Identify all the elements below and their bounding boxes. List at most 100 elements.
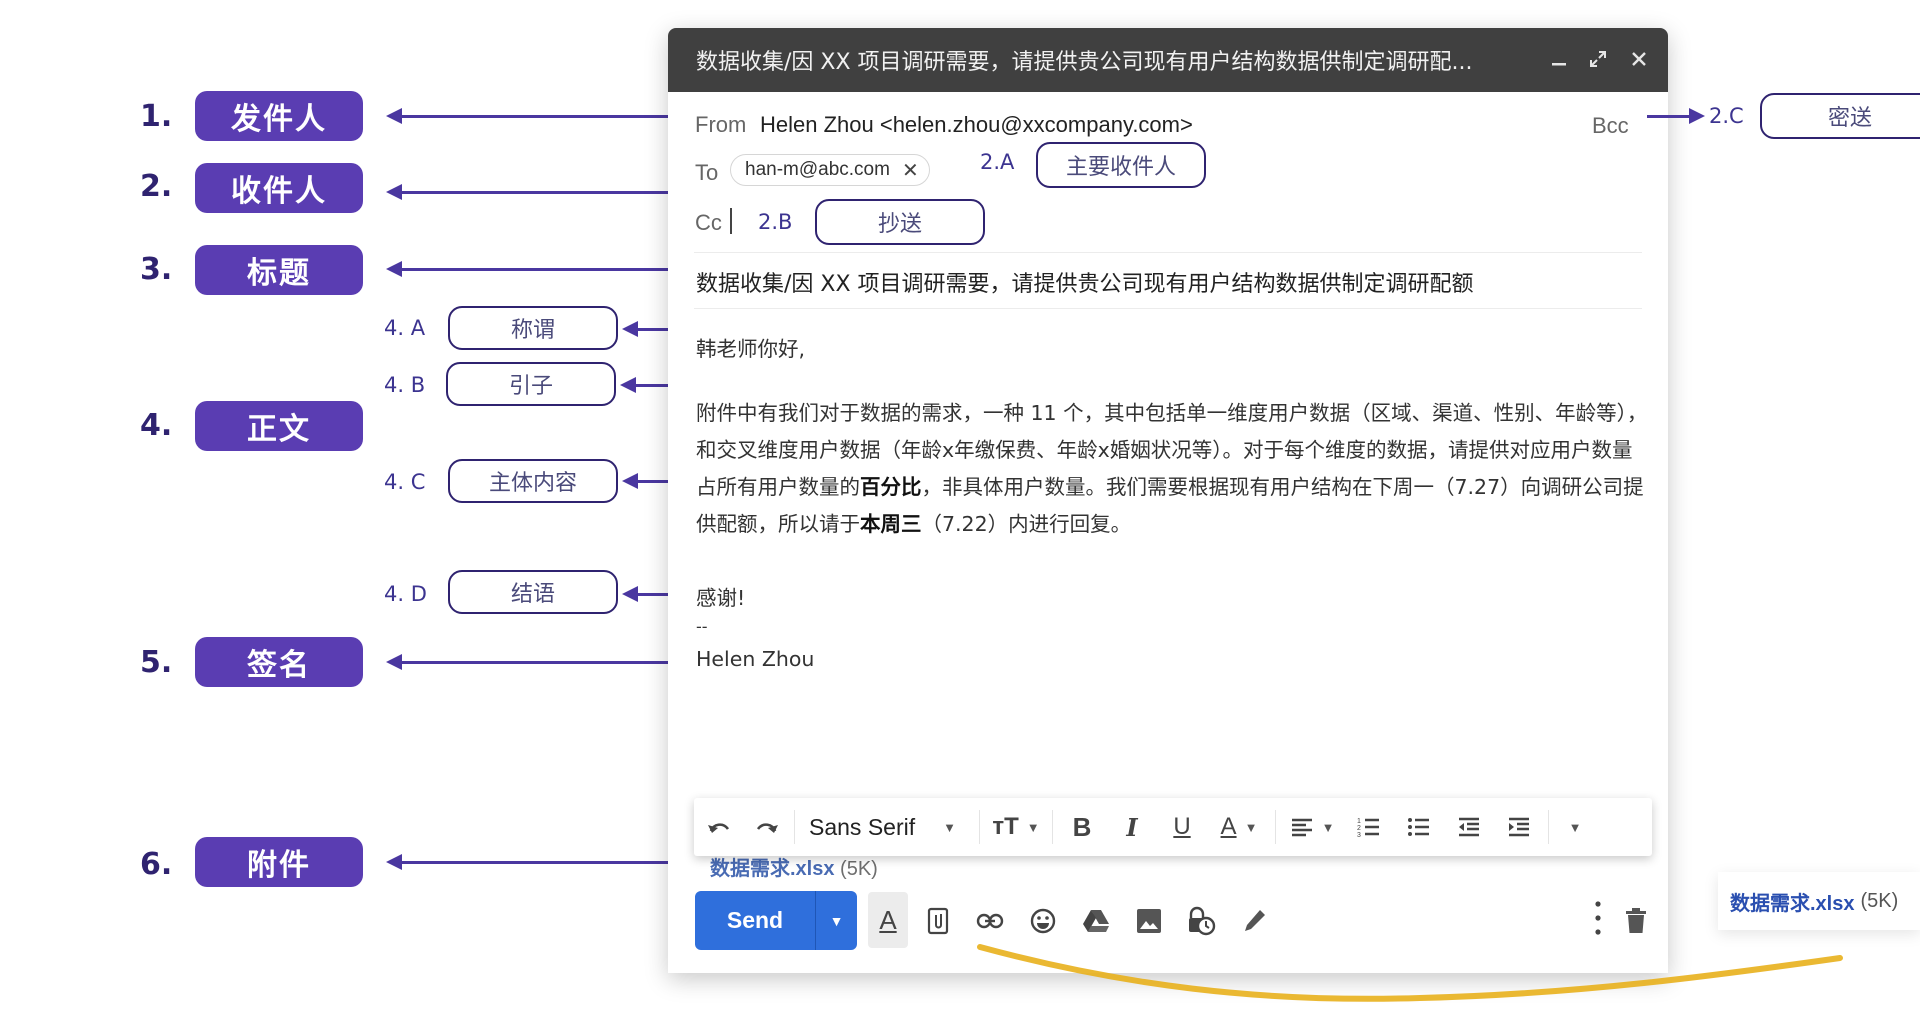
discard-draft-icon[interactable]: [1616, 901, 1656, 941]
annotation-pill: 签名: [195, 637, 363, 687]
annotation-outline-box: 抄送: [815, 199, 985, 245]
arrow-right: [1647, 108, 1705, 124]
to-label: To: [695, 160, 719, 185]
attachment-chip[interactable]: 数据需求.xlsx (5K): [1718, 872, 1920, 930]
more-options-icon[interactable]: [1578, 901, 1618, 941]
indent-more-icon[interactable]: [1494, 798, 1544, 856]
body-text-segment: （7.22）内进行回复。: [921, 512, 1132, 536]
annotation-pill: 附件: [195, 837, 363, 887]
chevron-down-icon: ▼: [1244, 819, 1258, 835]
svg-text:3: 3: [1357, 832, 1361, 838]
attachment-name: 数据需求.xlsx: [1730, 892, 1855, 915]
font-family-value: Sans Serif: [809, 813, 916, 840]
annotation-subnumber: 4. C: [384, 470, 426, 494]
emoji-icon[interactable]: [1023, 901, 1063, 941]
toolbar-divider: [979, 810, 980, 844]
expand-icon[interactable]: [1583, 42, 1613, 76]
annotation-number: 6.: [140, 847, 173, 882]
text-color-icon[interactable]: A ▼: [1207, 798, 1271, 856]
toolbar-divider: [1548, 810, 1549, 844]
arrow-left: [386, 261, 680, 277]
compose-window: 数据收集/因 XX 项目调研需要，请提供贵公司现有用户结构数据供制定调研配...…: [668, 28, 1668, 973]
annotation-pill: 正文: [195, 401, 363, 451]
font-family-select[interactable]: Sans Serif ▼: [799, 798, 975, 856]
font-size-icon[interactable]: ᴛT ▼: [984, 798, 1048, 856]
underline-icon[interactable]: U: [1157, 798, 1207, 856]
annotation-subnumber: 2.B: [758, 210, 793, 234]
recipient-email: han-m@abc.com: [745, 159, 890, 180]
body-closing: 感谢!: [696, 586, 746, 610]
annotation-subnumber: 2.A: [980, 150, 1015, 174]
toolbar-divider: [794, 810, 795, 844]
divider: [694, 308, 1642, 309]
attachment-item[interactable]: 数据需求.xlsx (5K): [710, 852, 878, 881]
insert-link-icon[interactable]: [970, 901, 1010, 941]
annotation-outline-box: 密送: [1760, 93, 1920, 139]
chevron-down-icon: ▼: [943, 819, 956, 835]
align-icon[interactable]: ▼: [1280, 798, 1344, 856]
recipient-chip[interactable]: han-m@abc.com ✕: [730, 154, 930, 186]
close-icon[interactable]: [1624, 42, 1654, 76]
google-drive-icon[interactable]: [1076, 901, 1116, 941]
chevron-down-icon: ▼: [1321, 819, 1335, 835]
arrow-left: [386, 854, 680, 870]
chevron-down-icon: ▼: [1026, 819, 1040, 835]
formatting-toolbar: Sans Serif ▼ ᴛT ▼ B I U A ▼ ▼ 123 ▼: [694, 798, 1652, 856]
arrow-left: [386, 654, 680, 670]
svg-text:2: 2: [1357, 825, 1361, 832]
annotation-subnumber: 2.C: [1709, 104, 1744, 128]
annotation-pill: 收件人: [195, 163, 363, 213]
subject-field[interactable]: 数据收集/因 XX 项目调研需要，请提供贵公司现有用户结构数据供制定调研配额: [696, 266, 1474, 298]
cc-label[interactable]: Cc: [695, 210, 722, 236]
numbered-list-icon[interactable]: 123: [1344, 798, 1394, 856]
annotation-pill: 标题: [195, 245, 363, 295]
body-bold-segment: 百分比: [860, 475, 922, 499]
bcc-link[interactable]: Bcc: [1592, 113, 1629, 139]
annotation-number: 2.: [140, 169, 173, 204]
undo-icon[interactable]: [694, 798, 744, 856]
attach-file-icon[interactable]: [918, 901, 958, 941]
body-main-paragraph: 附件中有我们对于数据的需求，一种 11 个，其中包括单一维度用户数据（区域、渠道…: [696, 395, 1651, 543]
text-cursor: [730, 208, 732, 234]
send-button[interactable]: Send ▼: [695, 891, 857, 950]
from-label: From: [695, 112, 747, 137]
from-value[interactable]: Helen Zhou <helen.zhou@xxcompany.com>: [760, 112, 1193, 138]
body-greeting: 韩老师你好,: [696, 337, 806, 361]
annotation-pill: 发件人: [195, 91, 363, 141]
annotation-number: 1.: [140, 99, 173, 134]
send-options-icon[interactable]: ▼: [816, 913, 857, 929]
annotation-outline-box: 主要收件人: [1036, 142, 1206, 188]
svg-text:1: 1: [1357, 818, 1361, 825]
minimize-icon[interactable]: [1544, 42, 1574, 76]
italic-icon[interactable]: I: [1107, 798, 1157, 856]
bulleted-list-icon[interactable]: [1394, 798, 1444, 856]
indent-less-icon[interactable]: [1444, 798, 1494, 856]
annotation-number: 5.: [140, 645, 173, 680]
attachment-size: (5K): [840, 858, 878, 880]
remove-recipient-icon[interactable]: ✕: [902, 158, 919, 183]
signature-name: Helen Zhou: [696, 647, 815, 671]
attachment-name: 数据需求.xlsx: [710, 858, 835, 880]
insert-photo-icon[interactable]: [1129, 901, 1169, 941]
annotation-number: 3.: [140, 252, 173, 287]
send-label: Send: [726, 907, 784, 933]
annotation-subnumber: 4. B: [384, 373, 426, 397]
annotation-number: 4.: [140, 408, 173, 443]
arrow-left: [386, 184, 680, 200]
compose-title-bar: 数据收集/因 XX 项目调研需要，请提供贵公司现有用户结构数据供制定调研配...: [668, 28, 1668, 92]
signature-pen-icon[interactable]: [1234, 901, 1274, 941]
redo-icon[interactable]: [744, 798, 790, 856]
annotation-outline-box: 结语: [448, 570, 618, 614]
bold-icon[interactable]: B: [1057, 798, 1107, 856]
arrow-left: [386, 108, 680, 124]
toolbar-divider: [1052, 810, 1053, 844]
confidential-mode-icon[interactable]: [1181, 901, 1221, 941]
toolbar-divider: [1275, 810, 1276, 844]
attachment-size: (5K): [1860, 889, 1899, 912]
signature-separator: --: [696, 617, 708, 636]
more-formatting-icon[interactable]: ▼: [1553, 798, 1597, 856]
annotation-outline-box: 称谓: [448, 306, 618, 350]
formatting-options-icon[interactable]: A: [868, 892, 908, 948]
body-bold-segment: 本周三: [860, 512, 922, 536]
annotation-subnumber: 4. D: [384, 582, 427, 606]
